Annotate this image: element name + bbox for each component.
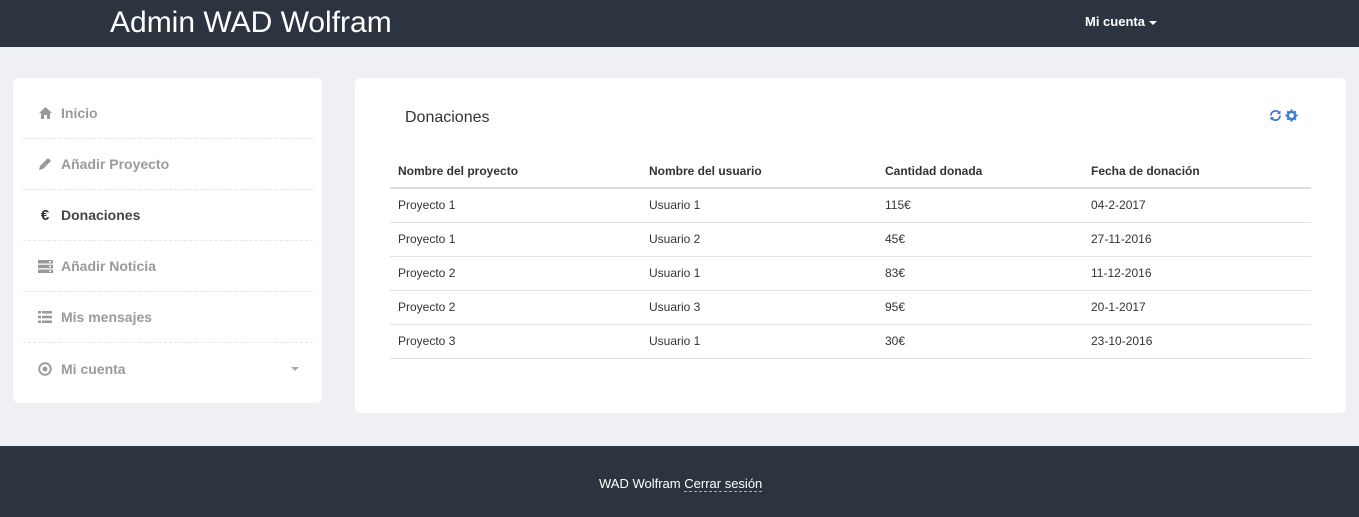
cell-project: Proyecto 1	[390, 222, 641, 257]
sidebar-item-label: Inicio	[61, 105, 98, 121]
cell-project: Proyecto 2	[390, 290, 641, 325]
cell-amount: 83€	[877, 256, 1083, 291]
chevron-down-icon	[291, 367, 299, 371]
refresh-icon[interactable]	[1268, 108, 1282, 122]
app-title[interactable]: Admin WAD Wolfram	[110, 6, 392, 40]
column-header[interactable]: Nombre del proyecto	[390, 154, 641, 189]
cell-user: Usuario 3	[641, 290, 877, 325]
table-row: Proyecto 1 Usuario 1 115€ 04-2-2017	[390, 188, 1311, 223]
sidebar-item-label: Donaciones	[61, 207, 141, 223]
cell-user: Usuario 2	[641, 222, 877, 257]
cell-amount: 115€	[877, 188, 1083, 223]
table-row: Proyecto 1 Usuario 2 45€ 27-11-2016	[390, 222, 1311, 257]
caret-down-icon	[1148, 20, 1157, 25]
sidebar-item-label: Añadir Proyecto	[61, 156, 170, 172]
sidebar-item-mi-cuenta[interactable]: Mi cuenta	[23, 343, 313, 394]
account-dropdown[interactable]: Mi cuenta	[1085, 14, 1157, 29]
footer-text: WAD Wolfram Cerrar sesión	[599, 476, 763, 492]
list-icon	[37, 309, 53, 325]
cell-date: 23-10-2016	[1083, 324, 1311, 359]
gear-icon[interactable]	[1284, 108, 1298, 122]
footer-brand: WAD Wolfram	[599, 476, 681, 491]
panel-title: Donaciones	[405, 109, 490, 126]
cell-date: 04-2-2017	[1083, 188, 1311, 223]
sidebar-item-anadir-noticia[interactable]: Añadir Noticia	[23, 241, 313, 292]
logout-link[interactable]: Cerrar sesión	[684, 476, 763, 492]
account-dropdown-label: Mi cuenta	[1085, 14, 1145, 29]
panel-tools	[1268, 108, 1298, 122]
cell-user: Usuario 1	[641, 188, 877, 223]
sidebar-item-donaciones[interactable]: € Donaciones	[23, 190, 313, 241]
record-icon	[37, 361, 53, 377]
cell-project: Proyecto 1	[390, 188, 641, 223]
home-icon	[37, 105, 53, 121]
sidebar-item-anadir-proyecto[interactable]: Añadir Proyecto	[23, 139, 313, 190]
table-row: Proyecto 2 Usuario 1 83€ 11-12-2016	[390, 256, 1311, 291]
donations-panel: Donaciones Nombre del proyecto Nombre de…	[355, 78, 1346, 413]
sidebar-item-mis-mensajes[interactable]: Mis mensajes	[23, 292, 313, 343]
sidebar-item-label: Añadir Noticia	[61, 258, 156, 274]
server-icon	[37, 258, 53, 274]
sidebar-item-inicio[interactable]: Inicio	[23, 88, 313, 139]
table-row: Proyecto 3 Usuario 1 30€ 23-10-2016	[390, 324, 1311, 359]
cell-amount: 45€	[877, 222, 1083, 257]
table-header-row: Nombre del proyecto Nombre del usuario C…	[390, 154, 1311, 189]
cell-user: Usuario 1	[641, 256, 877, 291]
sidebar-item-label: Mis mensajes	[61, 309, 153, 325]
cell-project: Proyecto 2	[390, 256, 641, 291]
pencil-icon	[37, 156, 53, 172]
donations-table: Nombre del proyecto Nombre del usuario C…	[390, 154, 1311, 359]
column-header[interactable]: Fecha de donación	[1083, 154, 1311, 189]
cell-date: 20-1-2017	[1083, 290, 1311, 325]
column-header[interactable]: Cantidad donada	[877, 154, 1083, 189]
footer: WAD Wolfram Cerrar sesión	[0, 446, 1359, 517]
sidebar-item-label: Mi cuenta	[61, 360, 126, 377]
column-header[interactable]: Nombre del usuario	[641, 154, 877, 189]
cell-amount: 30€	[877, 324, 1083, 359]
euro-icon: €	[40, 206, 50, 224]
cell-project: Proyecto 3	[390, 324, 641, 359]
cell-date: 11-12-2016	[1083, 256, 1311, 291]
top-navbar: Admin WAD Wolfram Mi cuenta	[0, 0, 1359, 47]
cell-amount: 95€	[877, 290, 1083, 325]
cell-user: Usuario 1	[641, 324, 877, 359]
cell-date: 27-11-2016	[1083, 222, 1311, 257]
sidebar: Inicio Añadir Proyecto € Donaciones Añad…	[13, 78, 322, 403]
table-row: Proyecto 2 Usuario 3 95€ 20-1-2017	[390, 290, 1311, 325]
